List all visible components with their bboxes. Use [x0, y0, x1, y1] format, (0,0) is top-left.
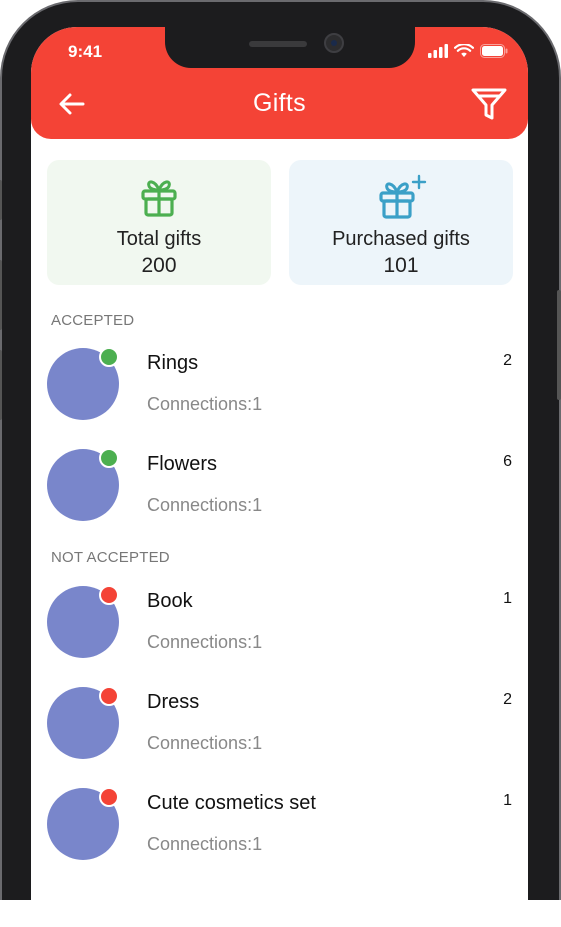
- status-dot-accepted: [99, 448, 119, 468]
- gift-connections: Connections:1: [147, 632, 263, 652]
- list-item[interactable]: Book Connections:1 1: [31, 585, 528, 686]
- gift-name: Rings: [147, 352, 199, 374]
- page-title: Gifts: [253, 89, 306, 117]
- gift-icon-wrap: [47, 174, 271, 218]
- signal-icon: [428, 44, 448, 58]
- list-item[interactable]: Dress Connections:1 2: [31, 686, 528, 787]
- notch: [165, 27, 415, 68]
- list-item[interactable]: Rings Connections:1 2: [31, 347, 528, 448]
- gift-connections: Connections:1: [147, 495, 263, 515]
- gift-count: 6: [503, 453, 512, 470]
- gift-plus-icon: [379, 174, 427, 219]
- total-gifts-card[interactable]: Total gifts 200: [47, 160, 271, 285]
- battery-icon: [480, 44, 508, 58]
- status-dot-accepted: [99, 347, 119, 367]
- gift-connections: Connections:1: [147, 834, 263, 854]
- status-icons: [428, 43, 508, 59]
- gift-count: 2: [503, 352, 512, 369]
- status-time: 9:41: [68, 42, 103, 61]
- purchased-gifts-label: Purchased gifts: [332, 228, 470, 250]
- side-button: [0, 350, 2, 420]
- status-dot-not-accepted: [99, 686, 119, 706]
- list-item[interactable]: Cute cosmetics set Connections:1 1: [31, 787, 528, 888]
- gift-connections: Connections:1: [147, 733, 263, 753]
- gift-name: Dress: [147, 691, 200, 713]
- gift-name: Book: [147, 590, 193, 612]
- gift-connections: Connections:1: [147, 394, 263, 414]
- gift-plus-icon-wrap: [289, 174, 513, 219]
- status-dot-not-accepted: [99, 585, 119, 605]
- section-header-accepted: ACCEPTED: [51, 312, 135, 329]
- camera: [324, 33, 344, 53]
- section-header-not-accepted: NOT ACCEPTED: [51, 549, 170, 566]
- gift-name: Cute cosmetics set: [147, 792, 316, 814]
- total-gifts-value: 200: [141, 254, 177, 277]
- speaker: [249, 41, 307, 47]
- gift-icon: [141, 180, 177, 217]
- purchased-gifts-card[interactable]: Purchased gifts 101: [289, 160, 513, 285]
- status-dot-not-accepted: [99, 787, 119, 807]
- gift-count: 2: [503, 691, 512, 708]
- filter-button[interactable]: [470, 85, 508, 123]
- side-button: [0, 180, 2, 220]
- side-button: [557, 290, 561, 400]
- screen: 9:41 Gifts Total gifts 200 Purchased gif…: [31, 27, 528, 927]
- gift-name: Flowers: [147, 453, 218, 475]
- list-item[interactable]: Flowers Connections:1 6: [31, 448, 528, 549]
- gift-count: 1: [503, 792, 512, 809]
- total-gifts-label: Total gifts: [116, 228, 202, 250]
- filter-icon: [471, 88, 507, 120]
- wifi-icon: [454, 44, 474, 57]
- side-button: [0, 260, 2, 330]
- purchased-gifts-value: 101: [383, 254, 419, 277]
- gift-count: 1: [503, 590, 512, 607]
